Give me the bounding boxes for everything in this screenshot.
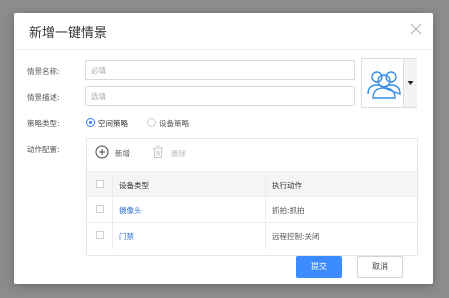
table-row: 摄像头 抓拍:抓拍 — [87, 197, 417, 223]
desc-input[interactable] — [85, 86, 355, 106]
name-label: 情景名称: — [27, 67, 60, 76]
people-group-icon — [367, 71, 401, 99]
submit-button[interactable]: 提交 — [296, 256, 342, 278]
column-divider — [112, 223, 113, 249]
plus-circle-icon[interactable] — [95, 145, 109, 159]
table-row: 门禁 远程控制:关闭 — [87, 223, 417, 249]
device-link[interactable]: 摄像头 — [119, 205, 142, 216]
trash-icon[interactable] — [152, 145, 164, 159]
device-link[interactable]: 门禁 — [119, 231, 134, 242]
column-divider — [112, 172, 113, 196]
column-header-device: 设备类型 — [119, 181, 149, 190]
select-all-checkbox[interactable] — [96, 180, 104, 188]
action-text: 远程控制:关闭 — [272, 232, 320, 241]
strategy-label: 策略类型: — [27, 119, 60, 128]
radio-space-strategy-label[interactable]: 空间策略 — [98, 118, 128, 129]
desc-label: 情景描述: — [27, 93, 60, 102]
action-config-label: 动作配置: — [27, 145, 60, 154]
column-divider — [265, 172, 266, 196]
column-divider — [265, 223, 266, 249]
action-text: 抓拍:抓拍 — [272, 206, 305, 215]
new-scene-dialog: 新增一键情景 情景名称: 情景描述: 策 — [14, 13, 433, 284]
table-header-row: 设备类型 执行动作 — [87, 171, 417, 197]
column-header-action: 执行动作 — [272, 181, 302, 190]
avatar-dropdown[interactable] — [403, 59, 417, 107]
dialog-title: 新增一键情景 — [29, 26, 108, 41]
column-divider — [265, 197, 266, 222]
row-checkbox[interactable] — [96, 231, 104, 239]
row-checkbox[interactable] — [96, 205, 104, 213]
column-divider — [112, 197, 113, 222]
add-button[interactable]: 新增 — [115, 148, 130, 159]
radio-device-strategy-label[interactable]: 设备策略 — [159, 118, 189, 129]
name-input[interactable] — [85, 60, 355, 80]
radio-space-strategy[interactable] — [86, 118, 95, 127]
dialog-header: 新增一键情景 — [14, 13, 433, 50]
close-icon[interactable] — [407, 20, 425, 38]
caret-down-icon — [407, 81, 414, 85]
cancel-button[interactable]: 取消 — [357, 256, 403, 278]
delete-button[interactable]: 删除 — [171, 148, 186, 159]
radio-device-strategy[interactable] — [147, 118, 156, 127]
action-config-panel: 新增 删除 设备类型 执行动作 摄像头 抓拍:抓拍 门禁 远程控制:关闭 — [86, 138, 418, 256]
